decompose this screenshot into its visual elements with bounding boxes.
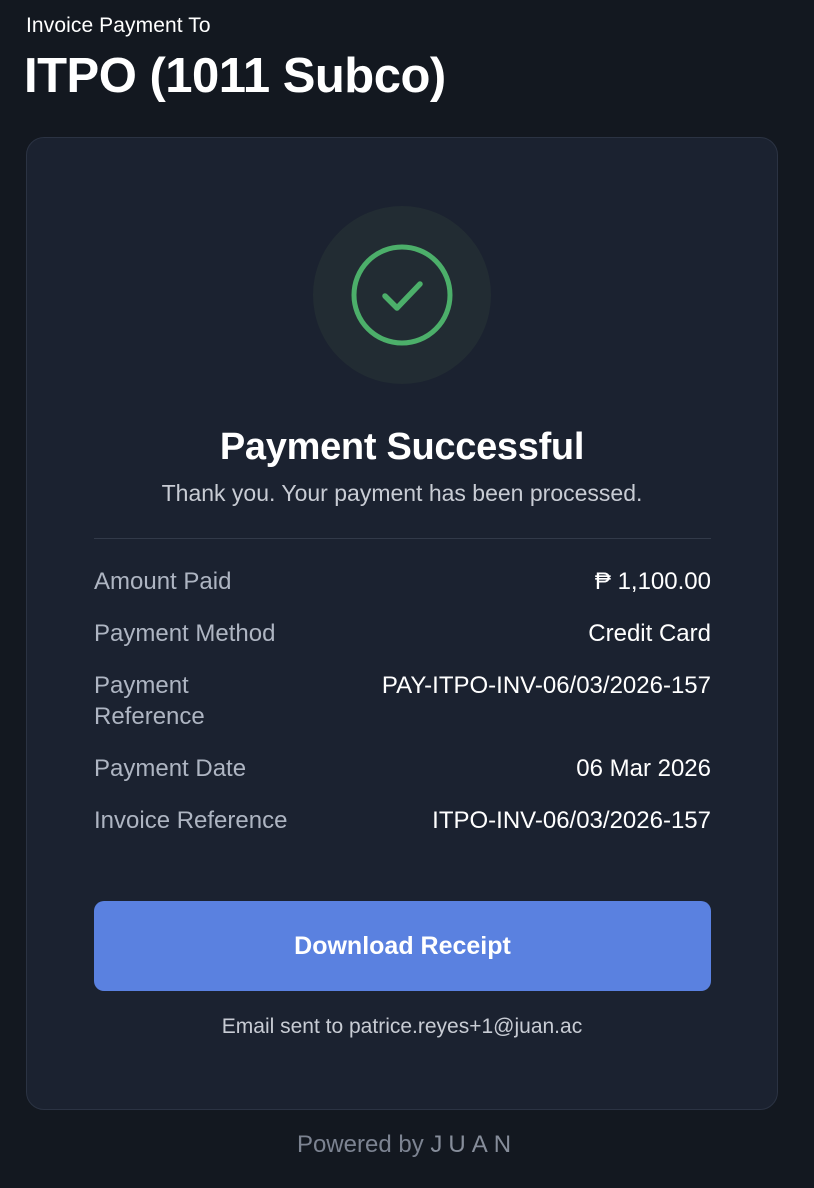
detail-value: 06 Mar 2026 bbox=[576, 755, 711, 782]
detail-value: ₱ 1,100.00 bbox=[594, 568, 711, 595]
success-message: Thank you. Your payment has been process… bbox=[161, 480, 643, 506]
detail-label: Invoice Reference bbox=[94, 807, 288, 834]
detail-label: Payment Reference bbox=[94, 672, 205, 730]
divider bbox=[94, 538, 711, 539]
check-circle-icon bbox=[351, 244, 453, 346]
download-receipt-button[interactable]: Download Receipt bbox=[94, 901, 711, 991]
success-icon-container bbox=[313, 206, 491, 384]
email-sent-notice: Email sent to patrice.reyes+1@juan.ac bbox=[221, 1015, 583, 1038]
detail-row-invoice-reference: Invoice Reference ITPO-INV-06/03/2026-15… bbox=[94, 805, 711, 836]
detail-value: ITPO-INV-06/03/2026-157 bbox=[432, 807, 711, 834]
detail-value: Credit Card bbox=[588, 620, 711, 647]
payment-page: Invoice Payment To ITPO (1011 Subco) Pay… bbox=[0, 0, 814, 1188]
payment-card: Payment Successful Thank you. Your payme… bbox=[26, 137, 778, 1110]
detail-row-payment-method: Payment Method Credit Card bbox=[94, 618, 711, 649]
success-title: Payment Successful bbox=[219, 426, 585, 468]
detail-label: Payment Date bbox=[94, 755, 247, 782]
detail-label: Amount Paid bbox=[94, 568, 232, 595]
page-subtitle: Invoice Payment To bbox=[26, 14, 211, 37]
detail-row-payment-date: Payment Date 06 Mar 2026 bbox=[94, 753, 711, 784]
page-title: ITPO (1011 Subco) bbox=[24, 49, 446, 103]
powered-by-label: Powered by bbox=[296, 1131, 424, 1158]
powered-by-footer: Powered by JUAN bbox=[0, 1131, 814, 1159]
detail-row-amount-paid: Amount Paid ₱ 1,100.00 bbox=[94, 566, 711, 597]
payment-details: Amount Paid ₱ 1,100.00 Payment Method Cr… bbox=[94, 566, 711, 857]
brand-logo: JUAN bbox=[430, 1131, 518, 1158]
detail-row-payment-reference: Payment Reference PAY-ITPO-INV-06/03/202… bbox=[94, 670, 711, 732]
detail-value: PAY-ITPO-INV-06/03/2026-157 bbox=[381, 672, 711, 699]
detail-label: Payment Method bbox=[94, 620, 276, 647]
